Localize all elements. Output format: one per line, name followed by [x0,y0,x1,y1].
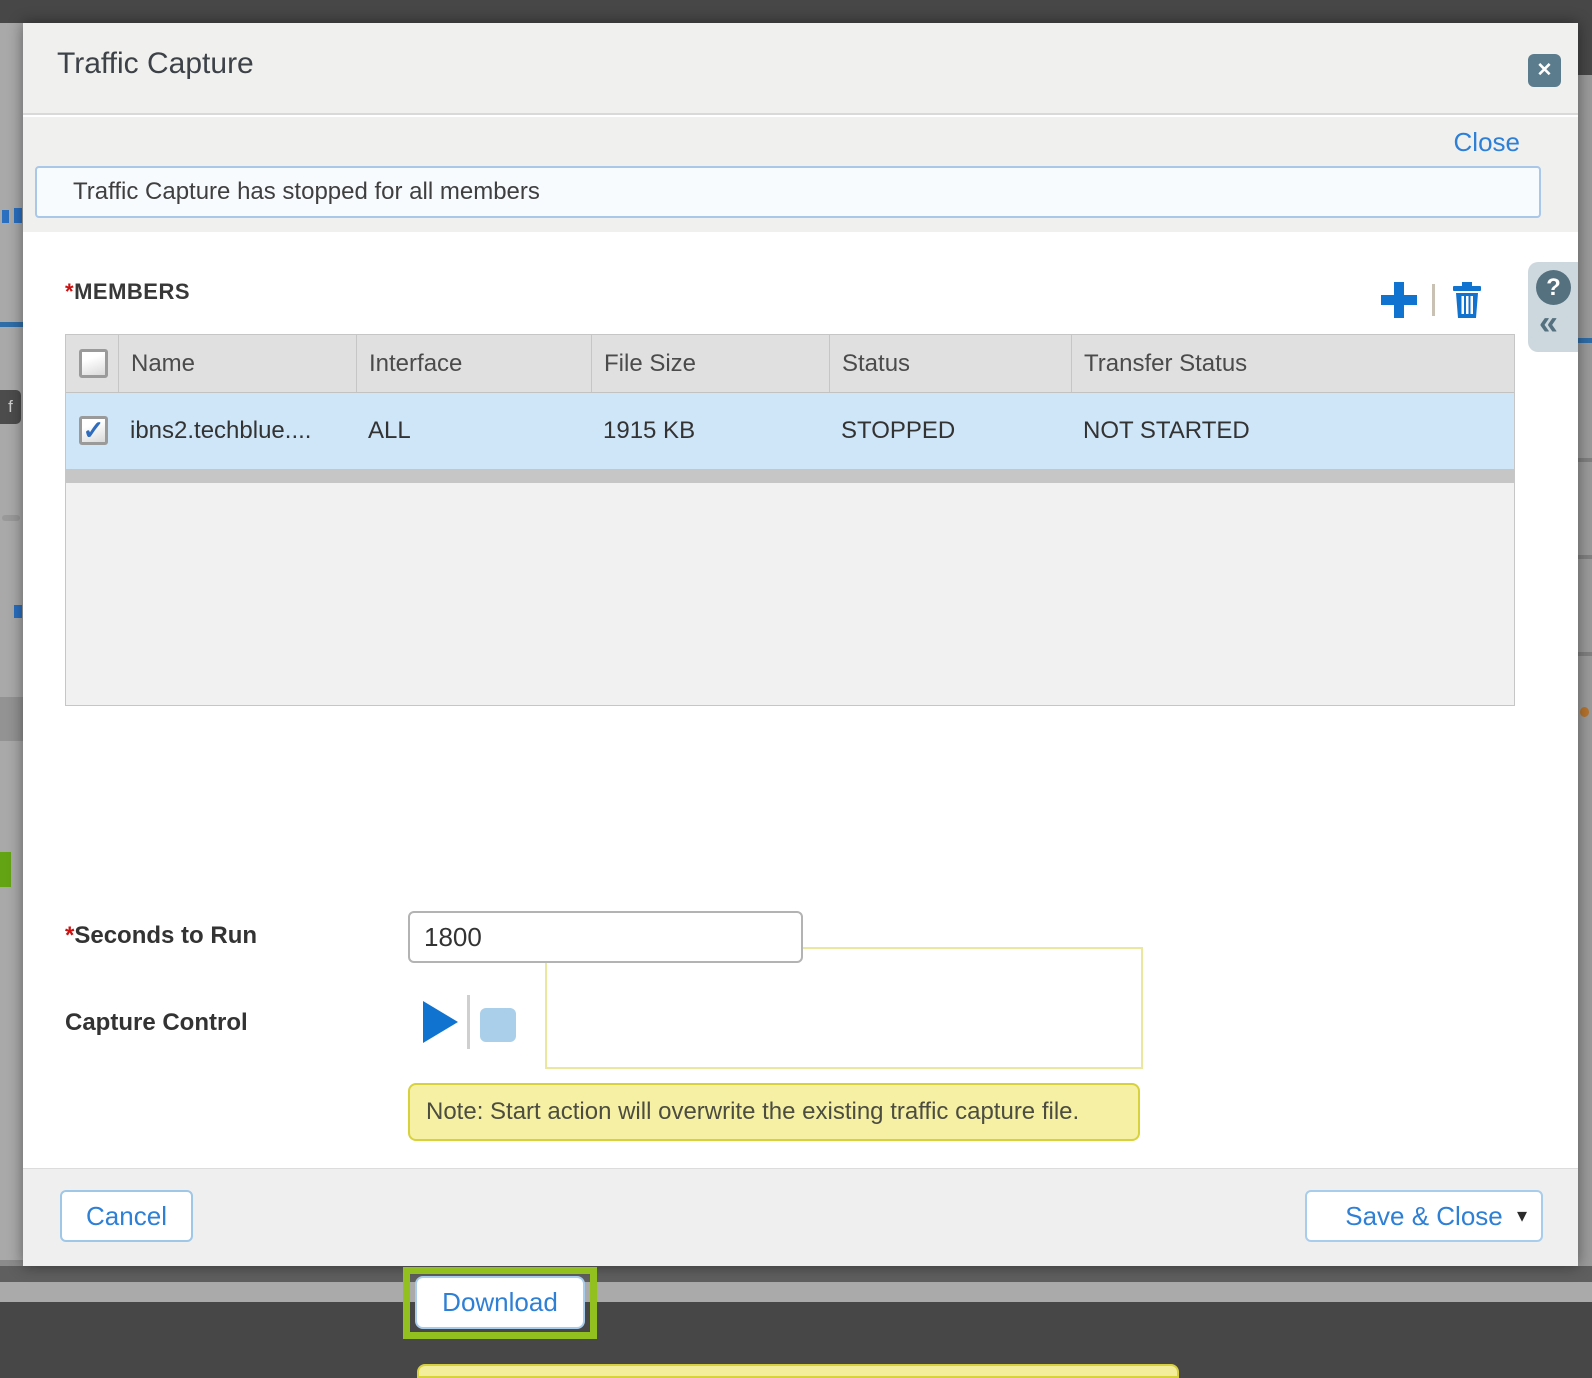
seconds-to-run-input[interactable] [408,911,803,963]
capture-control-separator [467,995,470,1049]
dialog-subheader: Close Traffic Capture has stopped for al… [23,117,1578,232]
close-link[interactable]: Close [1454,127,1520,158]
collapse-panel-icon[interactable]: « [1539,304,1558,343]
backdrop-fragment [1578,652,1592,656]
backdrop-fragment [1580,707,1589,717]
members-section-label: *MEMBERS [65,279,190,305]
trash-icon [1451,282,1483,318]
backdrop-fragment [0,697,23,741]
backdrop-fragment [2,515,20,521]
member-transfer-status-cell: NOT STARTED [1071,393,1516,469]
screen: f Traffic Capture ✕ Close Traffic Captur… [0,0,1592,1302]
column-header-file-size[interactable]: File Size [591,335,829,392]
backdrop-fragment [0,852,11,887]
dialog-header: Traffic Capture ✕ [23,23,1578,115]
backdrop-fragment [1578,338,1592,343]
row-checkbox-checked[interactable]: ✓ [79,416,108,445]
start-capture-icon[interactable] [423,1001,458,1043]
backdrop-right-edge [1578,23,1592,1266]
member-file-size-cell: 1915 KB [591,393,829,469]
members-table-header: Name Interface File Size Status Transfer… [66,335,1514,393]
overwrite-note: Note: Start action will overwrite the ex… [408,1083,1140,1141]
side-help-panel: ? « [1528,262,1578,352]
backdrop-fragment [1578,458,1592,462]
required-mark: * [65,922,74,949]
seconds-to-run-label: *Seconds to Run [65,922,257,950]
close-icon[interactable]: ✕ [1528,54,1561,87]
clipped-note-top-edge [417,1364,1179,1378]
backdrop-top [0,0,1592,23]
backdrop-fragment [1578,555,1592,559]
members-label-text: MEMBERS [74,279,190,304]
status-alert: Traffic Capture has stopped for all memb… [35,166,1541,218]
save-and-close-label: Save & Close [1345,1201,1503,1231]
toolbar-separator [1432,284,1435,316]
traffic-capture-dialog: Traffic Capture ✕ Close Traffic Capture … [23,23,1578,1266]
column-header-name[interactable]: Name [118,335,356,392]
member-name-cell: ibns2.techblue.... [118,393,356,469]
column-header-interface[interactable]: Interface [356,335,591,392]
column-header-status[interactable]: Status [829,335,1071,392]
seconds-label-text: Seconds to Run [74,922,257,949]
caret-down-icon: ▾ [1517,1192,1527,1240]
table-horizontal-scrollbar[interactable] [66,469,1514,483]
dialog-content: *MEMBERS ? « [23,232,1578,1191]
capture-control-label: Capture Control [65,1009,248,1037]
member-row-selected[interactable]: ✓ ibns2.techblue.... ALL 1915 KB STOPPED… [66,393,1514,469]
backdrop-fragment [0,322,23,327]
select-all-cell [66,335,118,392]
backdrop-bottom-bar [0,1282,1592,1302]
backdrop-fragment [14,208,22,223]
row-checkbox-cell: ✓ [66,393,118,469]
required-mark: * [65,279,74,304]
backdrop-left-sidebar: f [0,23,23,1266]
member-interface-cell: ALL [356,393,591,469]
backdrop-bottom [0,1266,1592,1282]
dialog-title: Traffic Capture [57,47,254,81]
cancel-button[interactable]: Cancel [60,1190,193,1242]
help-icon[interactable]: ? [1536,270,1571,305]
faded-note-placeholder [545,947,1143,1069]
add-member-icon[interactable] [1381,282,1417,318]
dialog-footer: Cancel Save & Close ▾ [23,1168,1578,1266]
column-header-transfer-status[interactable]: Transfer Status [1071,335,1516,392]
delete-member-icon[interactable] [1451,282,1483,318]
member-status-cell: STOPPED [829,393,1071,469]
backdrop-fragment [2,210,9,223]
select-all-checkbox[interactable] [79,349,108,378]
stop-capture-icon[interactable] [480,1008,516,1042]
backdrop-fragment [14,605,22,618]
backdrop-fragment [1578,23,1592,75]
members-table: Name Interface File Size Status Transfer… [65,334,1515,706]
download-button[interactable]: Download [415,1276,585,1329]
save-and-close-button[interactable]: Save & Close ▾ [1305,1190,1543,1242]
backdrop-tab-fragment: f [0,390,21,424]
